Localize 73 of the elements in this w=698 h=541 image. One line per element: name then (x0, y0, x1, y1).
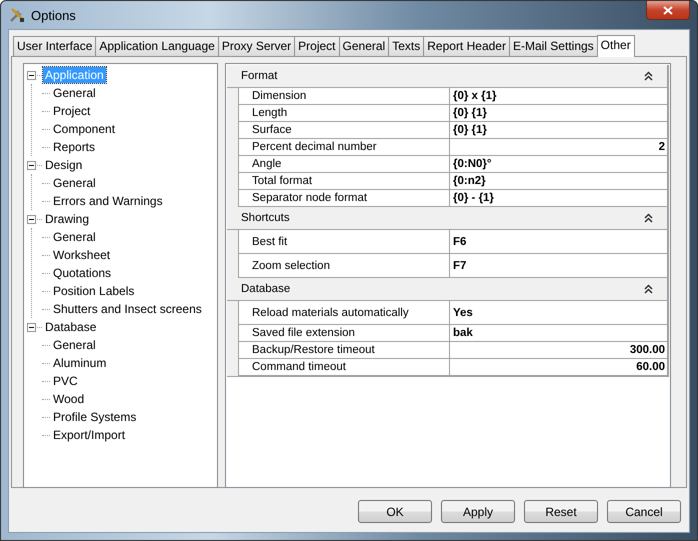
property-value[interactable]: F6 (450, 230, 667, 253)
tree-item[interactable]: Errors and Warnings (51, 193, 165, 209)
tab[interactable]: General (338, 36, 390, 56)
tree-item[interactable]: Aluminum (51, 355, 108, 371)
tab[interactable]: Proxy Server (218, 36, 296, 56)
tree-item[interactable]: Database (43, 319, 98, 335)
property-value[interactable]: {0:N0}° (450, 156, 667, 172)
tree-item[interactable]: Quotations (51, 265, 114, 281)
close-icon (663, 6, 673, 14)
tree-item[interactable]: Drawing (43, 211, 92, 227)
tab[interactable]: Project (294, 36, 340, 56)
tree-item[interactable]: Export/Import (51, 427, 128, 443)
property-value[interactable]: {0} x {1} (450, 88, 667, 104)
tab[interactable]: Application Language (95, 36, 219, 56)
chevron-icon[interactable] (644, 71, 653, 81)
tab[interactable]: Report Header (423, 36, 510, 56)
tree-item[interactable]: Profile Systems (51, 409, 138, 425)
section-title: Shortcuts (241, 212, 290, 224)
tree-item[interactable]: Shutters and Insect screens (51, 301, 204, 317)
section-title: Format (241, 70, 278, 82)
property-value[interactable]: bak (450, 325, 667, 341)
dialog-button[interactable]: OK (358, 500, 432, 523)
property-name: Zoom selection (239, 254, 450, 277)
section-title: Database (241, 283, 290, 295)
tree-item[interactable]: Worksheet (51, 247, 112, 263)
property-name: Separator node format (239, 190, 450, 206)
tree-item[interactable]: General (51, 229, 98, 245)
property-name: Percent decimal number (239, 139, 450, 155)
property-value[interactable]: 2 (450, 139, 667, 155)
dialog-button[interactable]: Apply (441, 500, 515, 523)
close-button[interactable] (646, 1, 690, 20)
property-name: Angle (239, 156, 450, 172)
property-name: Command timeout (239, 359, 450, 375)
collapse-icon[interactable] (27, 322, 36, 332)
dialog-button[interactable]: Cancel (607, 500, 681, 523)
tree-item[interactable]: Wood (51, 391, 86, 407)
property-name: Dimension (239, 88, 450, 104)
collapse-icon[interactable] (27, 70, 36, 80)
property-name: Backup/Restore timeout (239, 342, 450, 358)
tree-item[interactable]: General (51, 337, 98, 353)
property-name: Best fit (239, 230, 450, 253)
property-value[interactable]: F7 (450, 254, 667, 277)
property-name: Total format (239, 173, 450, 189)
tree-item[interactable]: PVC (51, 373, 80, 389)
chevron-icon[interactable] (644, 213, 653, 223)
tree-item[interactable]: General (51, 175, 98, 191)
tree-item[interactable]: Position Labels (51, 283, 136, 299)
tree-item[interactable]: General (51, 85, 98, 101)
property-name: Surface (239, 122, 450, 138)
property-value[interactable]: Yes (450, 301, 667, 324)
property-name: Saved file extension (239, 325, 450, 341)
dialog-button[interactable]: Reset (524, 500, 598, 523)
property-value[interactable]: 60.00 (450, 359, 667, 375)
tab[interactable]: User Interface (13, 36, 96, 56)
property-name: Reload materials automatically (239, 301, 450, 324)
tab[interactable]: E-Mail Settings (508, 36, 598, 56)
window-title: Options (31, 8, 76, 22)
property-value[interactable]: {0} {1} (450, 105, 667, 121)
tree-item[interactable]: Component (51, 121, 118, 137)
tab[interactable]: Texts (388, 36, 424, 56)
property-value[interactable]: {0} - {1} (450, 190, 667, 206)
chevron-icon[interactable] (644, 284, 653, 294)
property-value[interactable]: {0} {1} (450, 122, 667, 138)
tree-item[interactable]: Project (51, 103, 92, 119)
tab[interactable]: Other (596, 35, 635, 57)
tree-item[interactable]: Reports (51, 139, 98, 155)
tree-item[interactable]: Design (43, 157, 84, 173)
property-value[interactable]: 300.00 (450, 342, 667, 358)
property-name: Length (239, 105, 450, 121)
collapse-icon[interactable] (27, 214, 36, 224)
tools-icon (9, 7, 25, 23)
property-value[interactable]: {0:n2} (450, 173, 667, 189)
collapse-icon[interactable] (27, 160, 36, 170)
